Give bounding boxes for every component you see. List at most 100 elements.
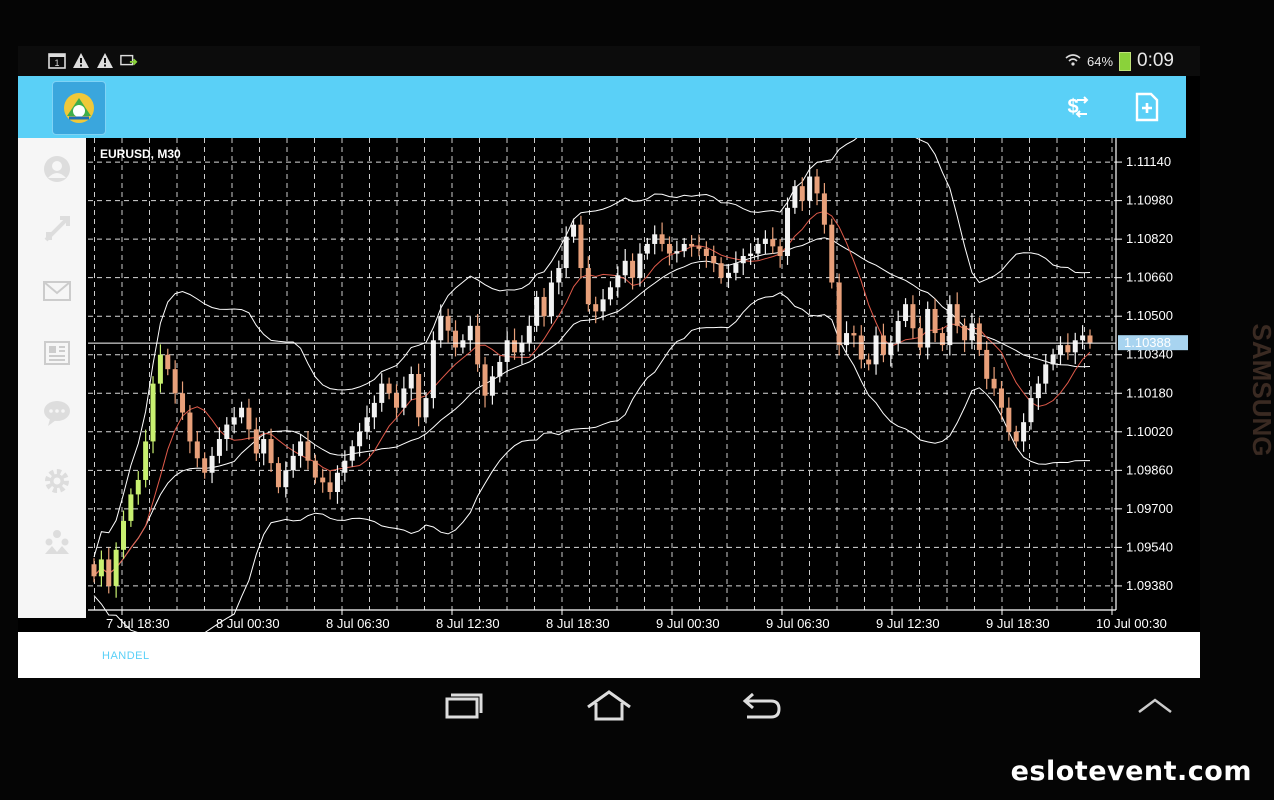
- candle-bull: [615, 275, 621, 288]
- moving-average-line: [93, 237, 1091, 577]
- candle-bull: [622, 260, 628, 276]
- candle-bear: [880, 335, 886, 355]
- candle-bull: [1021, 422, 1027, 442]
- candle-bull: [430, 340, 436, 399]
- candle-bear: [1013, 431, 1019, 442]
- candle-bull: [209, 455, 215, 473]
- new-order-icon[interactable]: [1130, 90, 1164, 124]
- chart-symbol-label: EURUSD, M30: [100, 147, 181, 161]
- candle-bull: [755, 243, 761, 254]
- chevron-up-icon[interactable]: [1130, 686, 1180, 726]
- status-bar: 1 64% 0:09: [18, 46, 1200, 76]
- quotes-icon[interactable]: [40, 152, 74, 186]
- candle-bear: [393, 393, 399, 408]
- candle-bear: [858, 335, 864, 360]
- candle-bear: [821, 193, 827, 225]
- candle-bear: [666, 243, 672, 254]
- watermark-text: eslotevent.com: [1010, 756, 1252, 787]
- candle-bull: [357, 431, 363, 447]
- candle-bear: [1006, 407, 1012, 432]
- navigation-sidebar: [18, 138, 96, 618]
- y-tick-label: 1.09700: [1126, 501, 1173, 516]
- bottom-panel: HANDEL: [18, 632, 1200, 678]
- x-tick-label: 8 Jul 00:30: [216, 616, 280, 631]
- candle-bull: [563, 236, 569, 269]
- home-icon[interactable]: [584, 686, 634, 726]
- candle-bear: [836, 282, 842, 346]
- candle-bear: [1065, 345, 1071, 353]
- candle-bull: [143, 441, 149, 480]
- candle-bull: [1043, 364, 1049, 384]
- x-tick-label: 9 Jul 18:30: [986, 616, 1050, 631]
- candle-bear: [268, 439, 274, 464]
- candle-bull: [607, 287, 613, 300]
- candle-bull: [873, 335, 879, 365]
- candle-bear: [799, 186, 805, 201]
- candle-bear: [253, 429, 259, 454]
- candles: [91, 164, 1093, 598]
- candle-bull: [925, 308, 931, 348]
- candle-bull: [113, 549, 119, 586]
- candle-bear: [246, 407, 252, 430]
- candlestick-chart-svg[interactable]: 1.11140 1.10980 1.10820 1.10660 1.10500 1.103…: [86, 125, 1196, 667]
- candle-bull: [947, 304, 953, 346]
- candle-bear: [541, 296, 547, 317]
- candle-bull: [239, 407, 245, 418]
- candle-bull: [298, 441, 304, 456]
- currency-icon[interactable]: $: [1058, 90, 1092, 124]
- candle-bear: [327, 482, 333, 492]
- metatrader-logo[interactable]: [52, 81, 106, 135]
- candle-bull: [888, 342, 894, 355]
- candle-bull: [231, 417, 237, 425]
- candle-bull: [681, 243, 687, 252]
- candle-bear: [630, 260, 636, 278]
- system-nav-bar: [0, 678, 1274, 736]
- candle-bear: [976, 323, 982, 350]
- candle-bear: [998, 388, 1004, 408]
- y-tick-label: 1.10820: [1126, 231, 1173, 246]
- candle-bear: [194, 441, 200, 459]
- candle-bear: [954, 304, 960, 326]
- candle-bull: [460, 340, 466, 348]
- candle-bull: [216, 439, 222, 456]
- candle-bear: [453, 330, 459, 348]
- candle-bear: [851, 333, 857, 336]
- candle-bull: [644, 243, 650, 254]
- battery-percent: 64%: [1086, 53, 1114, 69]
- candle-bear: [1087, 335, 1093, 343]
- settings-icon[interactable]: [40, 464, 74, 498]
- x-tick-label: 8 Jul 06:30: [326, 616, 390, 631]
- charts-icon[interactable]: [40, 212, 74, 246]
- community-icon[interactable]: [40, 524, 74, 558]
- candle-bear: [696, 246, 702, 249]
- candle-bear: [770, 239, 776, 247]
- candle-bull: [748, 253, 754, 256]
- candle-bear: [512, 340, 518, 353]
- x-tick-label: 7 Jul 18:30: [106, 616, 170, 631]
- candle-bull: [652, 234, 658, 244]
- candle-bear: [475, 325, 481, 365]
- candle-bear: [703, 248, 709, 256]
- candle-bull: [674, 251, 680, 254]
- candle-bull: [1072, 340, 1078, 353]
- candle-bull: [290, 455, 296, 471]
- price-chart[interactable]: 1.11140 1.10980 1.10820 1.10660 1.10500 1.103…: [86, 125, 1196, 667]
- candle-bear: [445, 316, 451, 331]
- calendar-day-number: 1: [54, 58, 59, 68]
- clock-time: 0:09: [1137, 50, 1174, 71]
- candle-bull: [733, 263, 739, 273]
- candle-bear: [312, 460, 318, 478]
- news-icon[interactable]: [40, 336, 74, 370]
- tab-trade[interactable]: HANDEL: [102, 650, 150, 662]
- candle-bear: [829, 224, 835, 283]
- chat-icon[interactable]: [40, 396, 74, 430]
- candle-bear: [172, 369, 178, 394]
- recent-apps-icon[interactable]: [436, 686, 486, 726]
- candle-bear: [386, 383, 392, 394]
- x-tick-label: 8 Jul 18:30: [546, 616, 610, 631]
- current-price-label: 1.10388: [1124, 335, 1171, 350]
- mail-icon[interactable]: [40, 274, 74, 308]
- y-tick-label: 1.10500: [1126, 308, 1173, 323]
- candle-bull: [1080, 335, 1086, 341]
- back-icon[interactable]: [734, 686, 784, 726]
